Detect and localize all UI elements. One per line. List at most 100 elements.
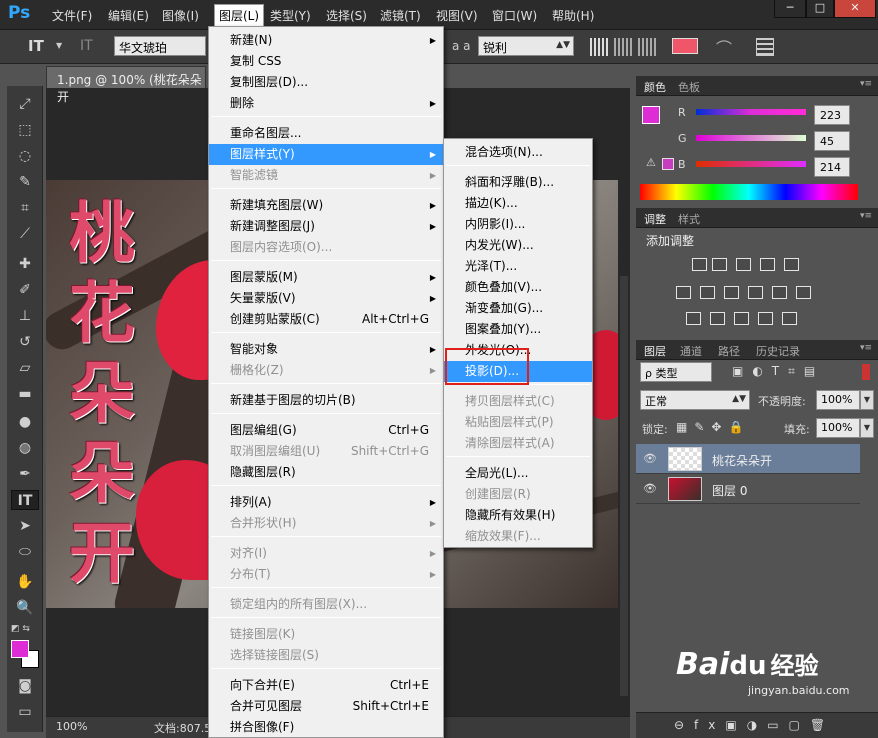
quick-mask-icon[interactable]: ◙ — [11, 676, 39, 696]
adjustment-icon[interactable] — [676, 286, 691, 299]
menu-item[interactable]: 缩放效果(F)... — [444, 526, 592, 547]
close-button[interactable]: ✕ — [834, 0, 876, 18]
align-left-icon[interactable] — [590, 38, 608, 56]
green-value-input[interactable]: 45 — [814, 131, 850, 151]
menu-item[interactable]: 合并形状(H) ▶ — [209, 513, 443, 534]
document-info[interactable]: 文档:807.5 — [154, 720, 211, 736]
foreground-color-swatch[interactable] — [11, 640, 29, 658]
layer-kind-filter[interactable]: ρ 类型 — [640, 362, 712, 382]
chevron-down-icon[interactable]: ▼ — [56, 41, 62, 50]
menu-item[interactable]: 重命名图层... — [209, 123, 443, 144]
menu-7[interactable]: 视图(V) — [436, 7, 478, 24]
menu-item[interactable]: 拼合图像(F) — [209, 717, 443, 738]
blend-mode-select[interactable]: 正常 ▲▼ — [640, 390, 750, 410]
lasso-tool-icon[interactable]: ◌ — [11, 146, 39, 166]
menu-item[interactable]: 外发光(O)... — [444, 340, 592, 361]
menu-item[interactable]: 隐藏所有效果(H) — [444, 505, 592, 526]
screen-mode-icon[interactable]: ▭ — [11, 702, 39, 722]
menu-6[interactable]: 滤镜(T) — [380, 7, 421, 24]
menu-item[interactable]: 创建图层(R) — [444, 484, 592, 505]
blue-value-input[interactable]: 214 — [814, 157, 850, 177]
layer-row[interactable]: 👁 桃花朵朵开 — [636, 444, 860, 474]
chevron-down-icon[interactable]: ▼ — [860, 390, 874, 410]
clone-stamp-tool-icon[interactable]: ⊥ — [11, 306, 39, 326]
default-colors-icon[interactable]: ◩ ⇆ — [11, 624, 30, 634]
adjustment-icon[interactable] — [758, 312, 773, 325]
adjustment-icon[interactable] — [710, 312, 725, 325]
align-right-icon[interactable] — [638, 38, 656, 56]
red-value-input[interactable]: 223 — [814, 105, 850, 125]
tab-color[interactable]: 颜色 — [644, 79, 666, 95]
gamut-color-swatch[interactable] — [662, 158, 674, 170]
tab-channels[interactable]: 通道 — [680, 343, 702, 359]
menu-9[interactable]: 帮助(H) — [552, 7, 594, 24]
menu-item[interactable]: 描边(K)... — [444, 193, 592, 214]
menu-item[interactable]: 投影(D)... — [444, 361, 592, 382]
panel-menu-icon[interactable]: ▾≡ — [860, 79, 872, 89]
adjustment-icon[interactable] — [782, 312, 797, 325]
adjustment-icon[interactable] — [724, 286, 739, 299]
adjustment-icon[interactable] — [700, 286, 715, 299]
menu-item[interactable]: 分布(T) ▶ — [209, 564, 443, 585]
chevron-down-icon[interactable]: ▼ — [860, 418, 874, 438]
fill-input[interactable]: 100% — [816, 418, 860, 438]
healing-brush-tool-icon[interactable]: ✚ — [11, 254, 39, 274]
tab-styles[interactable]: 样式 — [678, 211, 700, 227]
menu-item[interactable]: 新建(N) ▶ — [209, 30, 443, 51]
menu-item[interactable]: 矢量蒙版(V) ▶ — [209, 288, 443, 309]
pen-tool-icon[interactable]: ✒ — [11, 464, 39, 484]
menu-item[interactable]: 内阴影(I)... — [444, 214, 592, 235]
zoom-level[interactable]: 100% — [56, 720, 87, 733]
text-orientation-icon[interactable]: IT — [80, 38, 93, 54]
gamut-warning-icon[interactable]: ⚠ — [646, 156, 656, 169]
menu-item[interactable]: 拷贝图层样式(C) — [444, 391, 592, 412]
menu-item[interactable]: 智能滤镜 ▶ — [209, 165, 443, 186]
menu-item[interactable]: 排列(A) ▶ — [209, 492, 443, 513]
menu-item[interactable]: 对齐(I) ▶ — [209, 543, 443, 564]
document-tab[interactable]: 1.png @ 100% (桃花朵朵开 — [46, 66, 206, 104]
font-family-select[interactable]: 华文琥珀 — [114, 36, 206, 56]
tab-layers[interactable]: 图层 — [644, 343, 666, 359]
menu-item[interactable]: 创建剪贴蒙版(C) Alt+Ctrl+G — [209, 309, 443, 330]
text-color-swatch[interactable] — [672, 38, 698, 54]
layer-row[interactable]: 👁 图层 0 — [636, 474, 860, 504]
menu-item[interactable]: 光泽(T)... — [444, 256, 592, 277]
menu-item[interactable]: 图层内容选项(O)... — [209, 237, 443, 258]
tab-adjustments[interactable]: 调整 — [644, 211, 666, 227]
type-tool-preset-icon[interactable]: IT — [28, 37, 44, 55]
move-tool-icon[interactable]: ⤢ — [11, 94, 39, 114]
menu-0[interactable]: 文件(F) — [52, 7, 92, 24]
lock-icons[interactable]: ▦✎✥🔒 — [676, 420, 750, 434]
menu-item[interactable]: 图层样式(Y) ▶ — [209, 144, 443, 165]
history-brush-tool-icon[interactable]: ↺ — [11, 332, 39, 352]
color-spectrum-ramp[interactable] — [640, 184, 858, 200]
menu-item[interactable]: 取消图层编组(U) Shift+Ctrl+G — [209, 441, 443, 462]
menu-item[interactable]: 合并可见图层 Shift+Ctrl+E — [209, 696, 443, 717]
warp-text-icon[interactable]: ⌒ — [716, 35, 732, 59]
adjustment-icon[interactable] — [692, 258, 707, 271]
menu-item[interactable]: 全局光(L)... — [444, 463, 592, 484]
adjustment-icon[interactable] — [784, 258, 799, 271]
adjustment-icon[interactable] — [686, 312, 701, 325]
menu-item[interactable]: 选择链接图层(S) — [209, 645, 443, 666]
menu-2[interactable]: 图像(I) — [162, 7, 199, 24]
blue-slider[interactable] — [696, 161, 806, 167]
menu-item[interactable]: 粘贴图层样式(P) — [444, 412, 592, 433]
menu-item[interactable]: 斜面和浮雕(B)... — [444, 172, 592, 193]
adjustment-icon[interactable] — [748, 286, 763, 299]
minimize-button[interactable]: ─ — [774, 0, 806, 18]
menu-item[interactable]: 颜色叠加(V)... — [444, 277, 592, 298]
path-select-tool-icon[interactable]: ➤ — [11, 516, 39, 536]
hand-tool-icon[interactable]: ✋ — [11, 572, 39, 592]
adjustment-icon[interactable] — [734, 312, 749, 325]
menu-item[interactable]: 删除 ▶ — [209, 93, 443, 114]
menu-item[interactable]: 新建基于图层的切片(B) — [209, 390, 443, 411]
ellipse-tool-icon[interactable]: ⬭ — [11, 542, 39, 562]
menu-item[interactable]: 锁定组内的所有图层(X)... — [209, 594, 443, 615]
menu-item[interactable]: 内发光(W)... — [444, 235, 592, 256]
color-panel-foreground-swatch[interactable] — [642, 106, 660, 124]
adjustment-icon[interactable] — [760, 258, 775, 271]
adjustment-icon[interactable] — [772, 286, 787, 299]
opacity-input[interactable]: 100% — [816, 390, 860, 410]
menu-item[interactable]: 清除图层样式(A) — [444, 433, 592, 454]
